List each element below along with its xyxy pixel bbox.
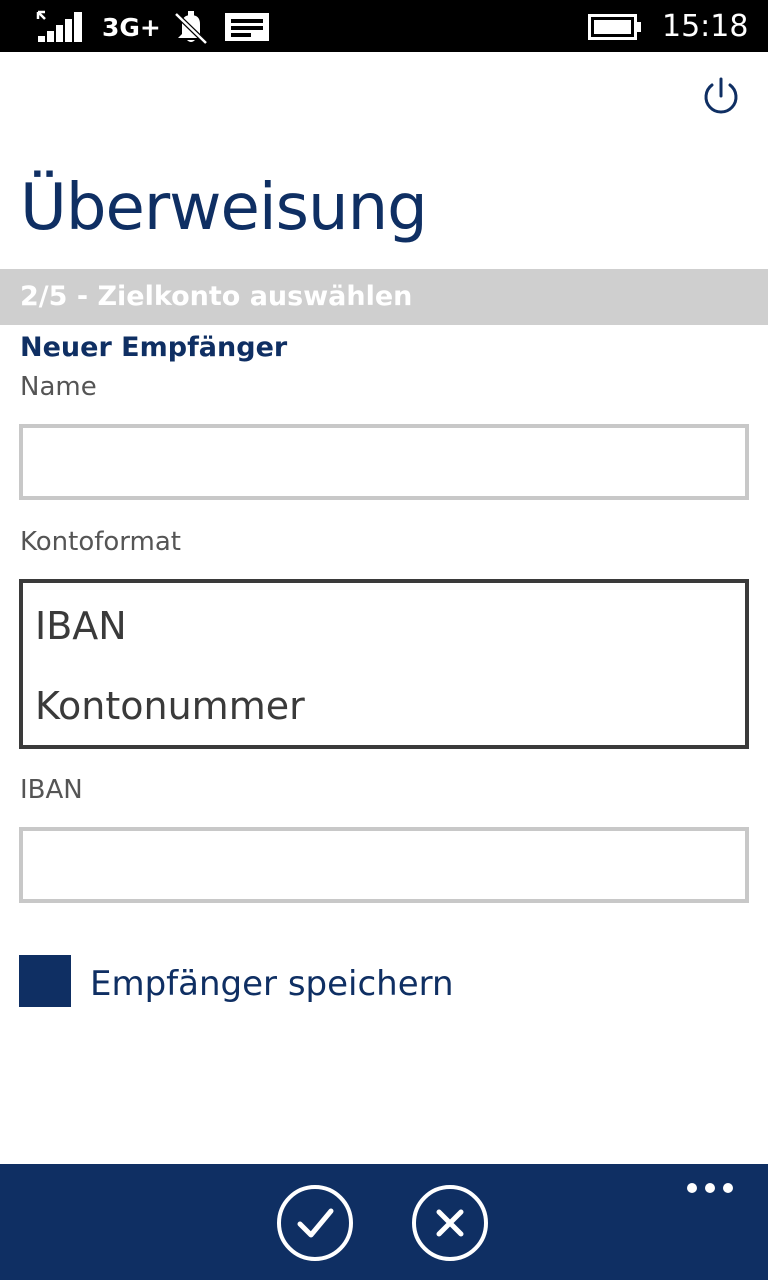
step-indicator: 2/5 - Zielkonto auswählen xyxy=(0,269,768,325)
save-recipient-checkbox[interactable] xyxy=(19,955,71,1007)
confirm-icon[interactable] xyxy=(276,1184,354,1262)
name-input[interactable] xyxy=(19,424,749,500)
message-icon xyxy=(225,13,269,41)
page-title: Überweisung xyxy=(20,171,428,245)
more-icon[interactable] xyxy=(684,1178,736,1198)
battery-icon xyxy=(588,14,641,40)
account-format-listbox[interactable]: IBAN Kontonummer xyxy=(19,579,749,749)
cancel-icon[interactable] xyxy=(411,1184,489,1262)
section-heading: Neuer Empfänger xyxy=(20,332,288,363)
silent-bell-icon xyxy=(174,11,208,44)
transfer-screen: 3G+ 15:18 Überweisung 2/5 - Zielkonto au… xyxy=(0,0,768,1280)
status-bar: 3G+ 15:18 xyxy=(0,0,768,52)
signal-icon xyxy=(36,10,82,42)
iban-input[interactable] xyxy=(19,827,749,903)
save-recipient-label[interactable]: Empfänger speichern xyxy=(90,962,454,1006)
app-bar xyxy=(0,1164,768,1280)
format-option-account-number[interactable]: Kontonummer xyxy=(35,681,305,731)
clock: 15:18 xyxy=(662,9,749,44)
iban-label: IBAN xyxy=(20,775,83,805)
format-option-iban[interactable]: IBAN xyxy=(35,601,127,651)
power-icon[interactable] xyxy=(700,76,742,118)
name-label: Name xyxy=(20,372,97,402)
format-label: Kontoformat xyxy=(20,527,181,557)
network-type: 3G+ xyxy=(102,13,161,42)
